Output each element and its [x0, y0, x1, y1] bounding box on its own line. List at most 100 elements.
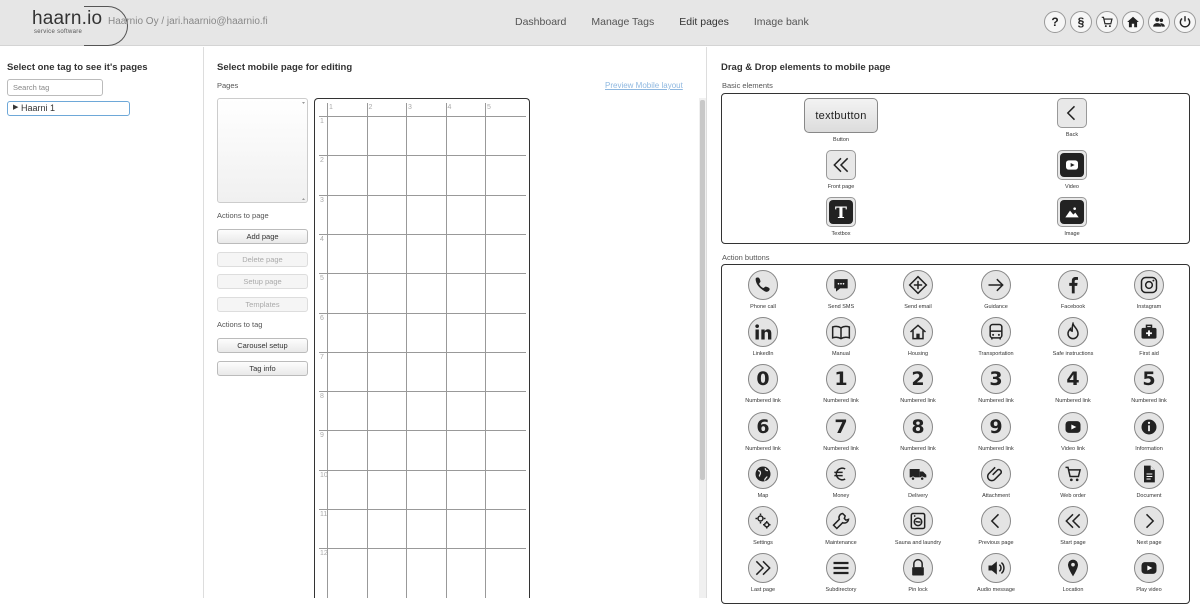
nav-manage-tags[interactable]: Manage Tags: [591, 16, 654, 28]
add-page-button[interactable]: Add page: [217, 229, 308, 244]
page-scrollbar-thumb[interactable]: [700, 100, 705, 480]
number-9-icon: 9: [981, 411, 1011, 442]
action-button-number-3[interactable]: 3 Numbered link: [961, 364, 1031, 404]
speaker-icon: [981, 553, 1011, 584]
facebook-icon: [1058, 270, 1088, 300]
grid-column-line: [445, 103, 447, 598]
grid-row-number: 10: [320, 471, 328, 479]
action-button-truck[interactable]: Delivery: [883, 458, 953, 499]
first-aid-icon: [1134, 317, 1164, 348]
logo[interactable]: haarn.io service software: [32, 6, 128, 46]
column-divider: [203, 47, 204, 598]
video-element[interactable]: Video: [1037, 150, 1107, 190]
preview-mobile-link[interactable]: Preview Mobile layout: [605, 81, 683, 90]
action-button-double-chevron-left[interactable]: Start page: [1038, 506, 1108, 546]
action-button-number-2[interactable]: 2 Numbered link: [883, 364, 953, 404]
action-button-bus[interactable]: Transportation: [961, 317, 1031, 357]
nav-dashboard[interactable]: Dashboard: [515, 16, 566, 28]
action-button-gears[interactable]: Settings: [728, 506, 798, 546]
action-button-fire[interactable]: Safe instructions: [1038, 317, 1108, 357]
action-buttons-label: Action buttons: [722, 253, 770, 262]
number-glyph: 0: [756, 368, 770, 391]
action-button-wrench[interactable]: Maintenance: [806, 506, 876, 546]
tag-info-button[interactable]: Tag info: [217, 361, 308, 376]
action-button-number-1[interactable]: 1 Numbered link: [806, 364, 876, 404]
templates-button[interactable]: Templates: [217, 297, 308, 312]
action-button-phone[interactable]: Phone call: [728, 270, 798, 310]
action-label: First aid: [1139, 351, 1159, 358]
grid-row-number: 8: [320, 393, 324, 401]
textbutton-element[interactable]: textbutton Button: [804, 98, 878, 143]
main-nav: Dashboard Manage Tags Edit pages Image b…: [515, 16, 809, 28]
pages-list[interactable]: [217, 98, 308, 203]
action-button-paperclip[interactable]: Attachment: [961, 458, 1031, 499]
action-button-facebook[interactable]: Facebook: [1038, 270, 1108, 310]
cart-icon: [1058, 458, 1088, 489]
action-button-info[interactable]: Information: [1114, 411, 1184, 452]
instagram-icon: [1134, 270, 1164, 300]
sms-icon: [826, 270, 856, 300]
tag-tree-item[interactable]: ▶ Haarni 1: [7, 101, 130, 116]
action-button-book[interactable]: Manual: [806, 317, 876, 357]
action-button-number-8[interactable]: 8 Numbered link: [883, 411, 953, 452]
image-element[interactable]: Image: [1037, 197, 1107, 237]
action-button-speaker[interactable]: Audio message: [961, 553, 1031, 593]
mobile-page-canvas[interactable]: 1 2 3 4 5 1 2 3 4 5 6 7 8 9 10 11 12: [314, 98, 530, 598]
action-button-number-7[interactable]: 7 Numbered link: [806, 411, 876, 452]
action-button-first-aid[interactable]: First aid: [1114, 317, 1184, 357]
action-button-pin[interactable]: Location: [1038, 553, 1108, 593]
action-button-number-9[interactable]: 9 Numbered link: [961, 411, 1031, 452]
action-button-double-chevron-right[interactable]: Last page: [728, 553, 798, 593]
action-button-lock[interactable]: Pin lock: [883, 553, 953, 593]
action-button-number-4[interactable]: 4 Numbered link: [1038, 364, 1108, 404]
front-page-element[interactable]: Front page: [806, 150, 876, 190]
action-button-menu[interactable]: Subdirectory: [806, 553, 876, 593]
textbox-element[interactable]: T Textbox: [806, 197, 876, 237]
play-icon: [1134, 553, 1164, 584]
element-label: Textbox: [831, 231, 851, 237]
legal-icon[interactable]: §: [1070, 11, 1092, 33]
action-button-globe[interactable]: Map: [728, 458, 798, 499]
action-label: Numbered link: [978, 398, 1014, 405]
action-button-washer[interactable]: Sauna and laundry: [883, 506, 953, 546]
search-tag-input[interactable]: Search tag: [7, 79, 103, 96]
delete-page-button[interactable]: Delete page: [217, 252, 308, 267]
carousel-setup-button[interactable]: Carousel setup: [217, 338, 308, 353]
nav-edit-pages[interactable]: Edit pages: [679, 16, 729, 28]
back-element[interactable]: Back: [1037, 98, 1107, 138]
action-button-house[interactable]: Housing: [883, 317, 953, 357]
action-label: Send email: [904, 304, 932, 310]
grid-row-line: [319, 548, 526, 550]
action-button-arrow-right[interactable]: Guidance: [961, 270, 1031, 310]
action-button-instagram[interactable]: Instagram: [1114, 270, 1184, 310]
washer-icon: [903, 506, 933, 536]
element-label: Back: [1065, 132, 1079, 138]
scrollbar[interactable]: [301, 101, 306, 201]
grid-row-number: 7: [320, 353, 324, 361]
action-button-number-5[interactable]: 5 Numbered link: [1114, 364, 1184, 404]
double-chevron-left-icon: [826, 150, 856, 180]
action-button-number-0[interactable]: 0 Numbered link: [728, 364, 798, 404]
action-button-number-6[interactable]: 6 Numbered link: [728, 411, 798, 452]
action-button-play[interactable]: Play video: [1114, 553, 1184, 593]
home-icon[interactable]: [1122, 11, 1144, 33]
document-icon: [1134, 458, 1164, 489]
action-button-chevron-left[interactable]: Previous page: [961, 506, 1031, 546]
action-button-sms[interactable]: Send SMS: [806, 270, 876, 310]
cart-icon[interactable]: [1096, 11, 1118, 33]
menu-icon: [826, 553, 856, 584]
action-button-email[interactable]: Send email: [883, 270, 953, 310]
element-label: Image: [1064, 231, 1080, 237]
action-button-linkedin[interactable]: LinkedIn: [728, 317, 798, 357]
power-icon[interactable]: [1174, 11, 1196, 33]
nav-image-bank[interactable]: Image bank: [754, 16, 809, 28]
action-button-video[interactable]: Video link: [1038, 411, 1108, 452]
help-icon[interactable]: ?: [1044, 11, 1066, 33]
action-button-chevron-right[interactable]: Next page: [1114, 506, 1184, 546]
users-icon[interactable]: [1148, 11, 1170, 33]
action-label: Transportation: [978, 351, 1014, 358]
action-button-cart[interactable]: Web order: [1038, 458, 1108, 499]
action-button-document[interactable]: Document: [1114, 458, 1184, 499]
action-button-euro[interactable]: Money: [806, 458, 876, 499]
setup-page-button[interactable]: Setup page: [217, 274, 308, 289]
